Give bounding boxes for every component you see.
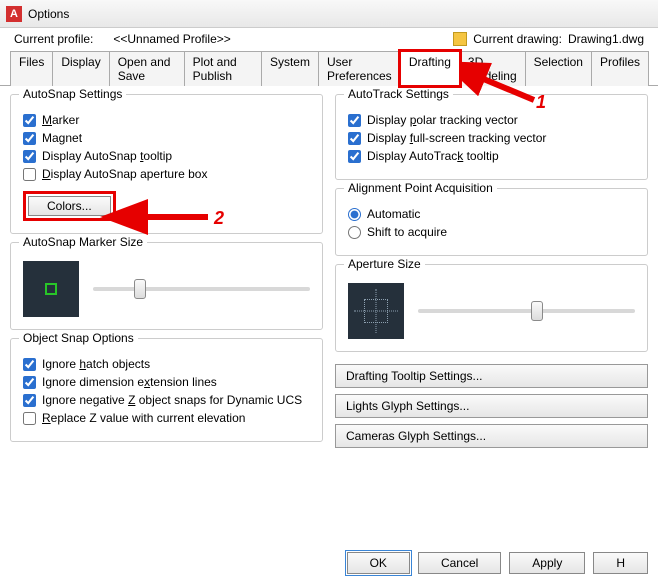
autosnap-settings-group: AutoSnap Settings Marker Magnet Display … bbox=[10, 94, 323, 234]
polar-tracking-checkbox[interactable]: Display polar tracking vector bbox=[348, 113, 635, 127]
settings-buttons: Drafting Tooltip Settings... Lights Glyp… bbox=[335, 364, 648, 454]
app-icon: A bbox=[6, 6, 22, 22]
shift-to-acquire-radio[interactable]: Shift to acquire bbox=[348, 225, 635, 239]
magnet-checkbox[interactable]: Magnet bbox=[23, 131, 310, 145]
autosnap-aperture-checkbox[interactable]: Display AutoSnap aperture box bbox=[23, 167, 310, 181]
drawing-icon bbox=[453, 32, 467, 46]
autosnap-legend: AutoSnap Settings bbox=[19, 87, 126, 101]
content: AutoSnap Settings Marker Magnet Display … bbox=[0, 86, 658, 462]
aperture-preview bbox=[348, 283, 404, 339]
alignment-legend: Alignment Point Acquisition bbox=[344, 181, 497, 195]
tab-3d-modeling[interactable]: 3D Modeling bbox=[459, 51, 526, 86]
marker-size-slider[interactable] bbox=[93, 287, 310, 291]
annotation-number-1: 1 bbox=[536, 92, 546, 113]
marker-size-group: AutoSnap Marker Size bbox=[10, 242, 323, 330]
current-profile-value: <<Unnamed Profile>> bbox=[113, 32, 230, 46]
help-button[interactable]: H bbox=[593, 552, 648, 574]
ok-button[interactable]: OK bbox=[347, 552, 410, 574]
colors-highlight: Colors... bbox=[23, 191, 116, 221]
tab-open-and-save[interactable]: Open and Save bbox=[109, 51, 185, 86]
apply-button[interactable]: Apply bbox=[509, 552, 585, 574]
titlebar: A Options bbox=[0, 0, 658, 28]
profile-row: Current profile: <<Unnamed Profile>> Cur… bbox=[0, 28, 658, 50]
ignore-dim-ext-checkbox[interactable]: Ignore dimension extension lines bbox=[23, 375, 310, 389]
current-drawing-label: Current drawing: bbox=[473, 32, 562, 46]
marker-preview bbox=[23, 261, 79, 317]
tab-profiles[interactable]: Profiles bbox=[591, 51, 649, 86]
drafting-tooltip-settings-button[interactable]: Drafting Tooltip Settings... bbox=[335, 364, 648, 388]
cameras-glyph-settings-button[interactable]: Cameras Glyph Settings... bbox=[335, 424, 648, 448]
tab-selection[interactable]: Selection bbox=[525, 51, 592, 86]
marker-checkbox[interactable]: Marker bbox=[23, 113, 310, 127]
dialog-footer: OK Cancel Apply H bbox=[347, 552, 648, 574]
replace-z-checkbox[interactable]: Replace Z value with current elevation bbox=[23, 411, 310, 425]
annotation-number-2: 2 bbox=[214, 208, 224, 229]
automatic-radio[interactable]: Automatic bbox=[348, 207, 635, 221]
ignore-hatch-checkbox[interactable]: Ignore hatch objects bbox=[23, 357, 310, 371]
fullscreen-tracking-checkbox[interactable]: Display full-screen tracking vector bbox=[348, 131, 635, 145]
autosnap-tooltip-checkbox[interactable]: Display AutoSnap tooltip bbox=[23, 149, 310, 163]
osnap-options-group: Object Snap Options Ignore hatch objects… bbox=[10, 338, 323, 442]
autotrack-settings-group: AutoTrack Settings Display polar trackin… bbox=[335, 94, 648, 180]
aperture-size-legend: Aperture Size bbox=[344, 257, 425, 271]
cancel-button[interactable]: Cancel bbox=[418, 552, 501, 574]
osnap-legend: Object Snap Options bbox=[19, 331, 138, 345]
tab-plot-and-publish[interactable]: Plot and Publish bbox=[184, 51, 262, 86]
tab-user-preferences[interactable]: User Preferences bbox=[318, 51, 401, 86]
alignment-group: Alignment Point Acquisition Automatic Sh… bbox=[335, 188, 648, 256]
autotrack-legend: AutoTrack Settings bbox=[344, 87, 453, 101]
left-column: AutoSnap Settings Marker Magnet Display … bbox=[10, 94, 323, 454]
autotrack-tooltip-checkbox[interactable]: Display AutoTrack tooltip bbox=[348, 149, 635, 163]
tabstrip: Files Display Open and Save Plot and Pub… bbox=[0, 50, 658, 86]
window-title: Options bbox=[28, 7, 69, 21]
aperture-size-group: Aperture Size bbox=[335, 264, 648, 352]
right-column: AutoTrack Settings Display polar trackin… bbox=[335, 94, 648, 454]
ignore-neg-z-checkbox[interactable]: Ignore negative Z object snaps for Dynam… bbox=[23, 393, 310, 407]
tab-files[interactable]: Files bbox=[10, 51, 53, 86]
tab-display[interactable]: Display bbox=[52, 51, 109, 86]
colors-button[interactable]: Colors... bbox=[28, 196, 111, 216]
current-drawing-value: Drawing1.dwg bbox=[568, 32, 644, 46]
aperture-size-slider[interactable] bbox=[418, 309, 635, 313]
tab-system[interactable]: System bbox=[261, 51, 319, 86]
lights-glyph-settings-button[interactable]: Lights Glyph Settings... bbox=[335, 394, 648, 418]
tab-drafting[interactable]: Drafting bbox=[400, 51, 460, 86]
current-profile-label: Current profile: bbox=[14, 32, 93, 46]
marker-size-legend: AutoSnap Marker Size bbox=[19, 235, 147, 249]
